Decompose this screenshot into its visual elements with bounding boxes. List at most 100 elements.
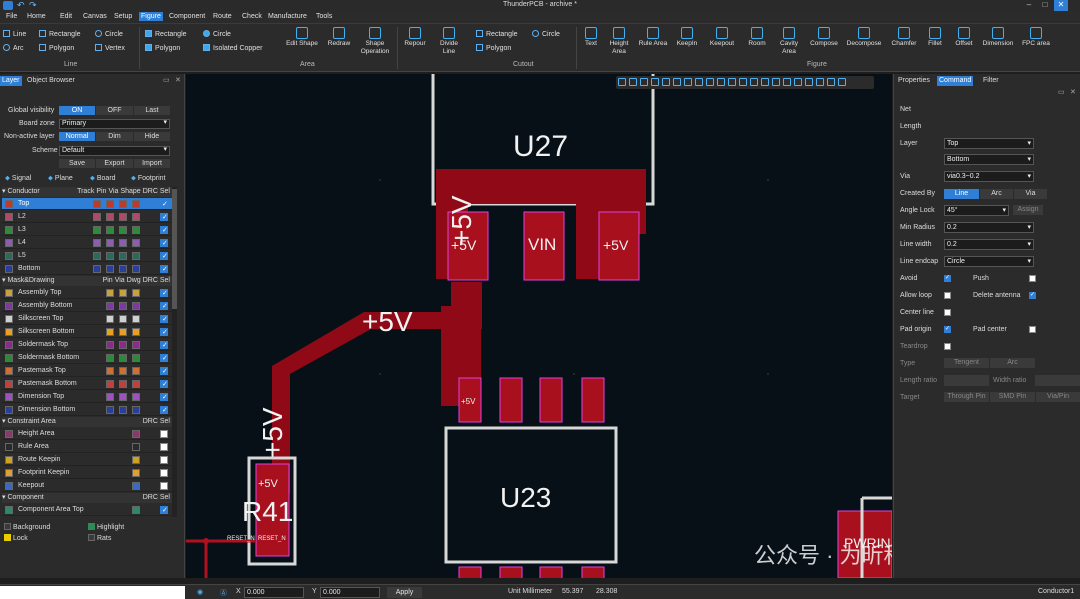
layer-color-swatch[interactable]: [5, 341, 13, 349]
pin-icon[interactable]: ▭: [1058, 88, 1065, 96]
visibility-toggle[interactable]: [132, 430, 140, 438]
select-checkbox[interactable]: [160, 301, 168, 313]
layer-row[interactable]: Height Area: [2, 428, 172, 440]
layer-select-2[interactable]: Bottom: [944, 154, 1034, 165]
select-checkbox[interactable]: [160, 443, 168, 451]
layer-row[interactable]: Assembly Bottom: [2, 300, 172, 313]
layer-select[interactable]: Top: [944, 138, 1034, 149]
close-icon[interactable]: ✕: [175, 76, 181, 84]
select-checkbox[interactable]: [160, 199, 168, 211]
visibility-toggle[interactable]: [106, 226, 114, 234]
nonactive-normal-button[interactable]: Normal: [59, 132, 95, 141]
text-button[interactable]: Text: [580, 27, 602, 48]
legend-lock[interactable]: Lock: [4, 534, 28, 542]
visibility-toggle[interactable]: [132, 443, 140, 451]
layer-row[interactable]: L4: [2, 237, 172, 250]
created-by-line-button[interactable]: Line: [944, 189, 979, 199]
layer-row[interactable]: Component Area Top: [2, 504, 172, 517]
offset-button[interactable]: Offset: [950, 27, 978, 48]
line-rectangle-button[interactable]: Rectangle: [39, 30, 81, 38]
menu-tools[interactable]: Tools: [316, 13, 332, 20]
toolbar-icon[interactable]: [651, 78, 659, 86]
layer-row[interactable]: Soldermask Bottom: [2, 352, 172, 365]
line-line-button[interactable]: Line: [3, 30, 26, 38]
layer-color-swatch[interactable]: [5, 239, 13, 247]
layer-color-swatch[interactable]: [5, 252, 13, 260]
pad-center-checkbox[interactable]: [1029, 326, 1036, 333]
line-circle-button[interactable]: Circle: [95, 30, 123, 38]
delete-antenna-checkbox[interactable]: [1029, 291, 1036, 299]
visibility-toggle[interactable]: [132, 315, 140, 323]
menu-file[interactable]: File: [6, 13, 17, 20]
rule-area-button[interactable]: Rule Area: [638, 27, 668, 48]
visibility-toggle[interactable]: [132, 302, 140, 310]
select-checkbox[interactable]: [160, 505, 168, 517]
redraw-button[interactable]: Redraw: [324, 27, 354, 48]
visibility-toggle[interactable]: [93, 213, 101, 221]
room-button[interactable]: Room: [742, 27, 772, 48]
menu-route[interactable]: Route: [213, 13, 232, 20]
visibility-toggle[interactable]: [132, 380, 140, 388]
layer-color-swatch[interactable]: [5, 469, 13, 477]
layer-color-swatch[interactable]: [5, 265, 13, 273]
layer-row[interactable]: Top: [2, 198, 172, 211]
line-endcap-select[interactable]: Circle: [944, 256, 1034, 267]
filter-plane[interactable]: ⬥ Plane: [48, 175, 73, 183]
width-ratio-input[interactable]: [1035, 375, 1080, 386]
line-arc-button[interactable]: Arc: [3, 44, 24, 52]
menu-home[interactable]: Home: [27, 13, 46, 20]
line-vertex-button[interactable]: Vertex: [95, 44, 125, 52]
visibility-toggle[interactable]: [119, 341, 127, 349]
visibility-on-button[interactable]: ON: [59, 106, 95, 115]
keepin-button[interactable]: KeepIn: [672, 27, 702, 48]
x-input[interactable]: 0.000: [244, 587, 304, 598]
tab-properties[interactable]: Properties: [896, 76, 932, 86]
visibility-toggle[interactable]: [132, 482, 140, 490]
menu-edit[interactable]: Edit: [60, 13, 72, 20]
visibility-toggle[interactable]: [106, 354, 114, 362]
select-checkbox[interactable]: [160, 288, 168, 300]
toolbar-icon[interactable]: [838, 78, 846, 86]
layer-color-swatch[interactable]: [5, 200, 13, 208]
select-checkbox[interactable]: [160, 340, 168, 352]
visibility-toggle[interactable]: [119, 328, 127, 336]
layer-color-swatch[interactable]: [5, 506, 13, 514]
toolbar-icon[interactable]: [717, 78, 725, 86]
visibility-toggle[interactable]: [132, 213, 140, 221]
layer-color-swatch[interactable]: [5, 213, 13, 221]
export-button[interactable]: Export: [96, 159, 133, 168]
visibility-toggle[interactable]: [106, 252, 114, 260]
visibility-toggle[interactable]: [119, 380, 127, 388]
divide-line-button[interactable]: Divide Line: [434, 27, 464, 56]
shape-operation-button[interactable]: Shape Operation: [357, 27, 393, 56]
target-smd-pin-button[interactable]: SMD Pin: [990, 392, 1035, 402]
menu-setup[interactable]: Setup: [114, 13, 132, 20]
visibility-toggle[interactable]: [132, 265, 140, 273]
filter-footprint[interactable]: ⬥ Footprint: [131, 175, 165, 183]
pad-origin-checkbox[interactable]: [944, 325, 951, 333]
visibility-toggle[interactable]: [132, 367, 140, 375]
select-checkbox[interactable]: [160, 238, 168, 250]
select-checkbox[interactable]: [160, 264, 168, 276]
legend-highlight[interactable]: Highlight: [88, 523, 124, 531]
visibility-toggle[interactable]: [106, 289, 114, 297]
cavity-area-button[interactable]: Cavity Area: [774, 27, 804, 56]
push-checkbox[interactable]: [1029, 275, 1036, 282]
close-icon[interactable]: ✕: [1070, 88, 1076, 96]
section-component[interactable]: ▾ Component DRC Sel: [2, 493, 172, 503]
layer-color-swatch[interactable]: [5, 226, 13, 234]
pin-icon[interactable]: ▭: [163, 76, 170, 84]
visibility-toggle[interactable]: [119, 200, 127, 208]
maximize-icon[interactable]: □: [1038, 0, 1052, 11]
area-rectangle-button[interactable]: Rectangle: [145, 30, 187, 38]
visibility-toggle[interactable]: [119, 302, 127, 310]
line-polygon-button[interactable]: Polygon: [39, 44, 74, 52]
pcb-canvas[interactable]: U27 U23 R41 +5V VIN +5V +5V +5V +5V +5V …: [186, 74, 892, 578]
layer-row[interactable]: Pastemask Top: [2, 365, 172, 378]
visibility-toggle[interactable]: [93, 200, 101, 208]
nonactive-hide-button[interactable]: Hide: [134, 132, 170, 141]
scheme-select[interactable]: Default: [59, 146, 170, 156]
layer-row[interactable]: Silkscreen Top: [2, 313, 172, 326]
section-constraint[interactable]: ▾ Constraint Area DRC Sel: [2, 417, 172, 427]
visibility-toggle[interactable]: [119, 239, 127, 247]
